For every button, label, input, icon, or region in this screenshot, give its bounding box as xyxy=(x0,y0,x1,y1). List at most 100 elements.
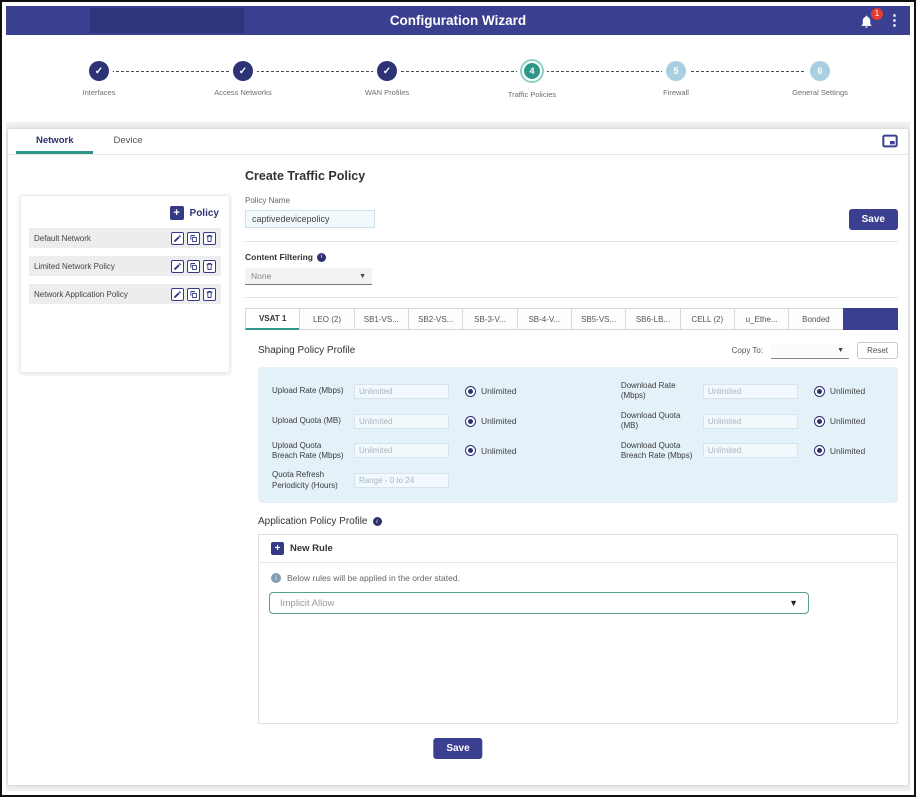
save-policy-button[interactable]: Save xyxy=(849,209,898,230)
kebab-menu-icon[interactable]: ⋮ xyxy=(887,6,902,35)
policy-list-item[interactable]: Limited Network Policy xyxy=(29,256,221,276)
footer-save-button[interactable]: Save xyxy=(433,738,482,759)
info-icon: i xyxy=(373,517,382,526)
page-body: Network Device + Policy Default Network xyxy=(6,122,910,791)
policy-name-input[interactable] xyxy=(245,210,375,228)
upload-quota-breach-unlimited-radio[interactable]: Unlimited xyxy=(465,445,516,456)
upload-quota-input[interactable] xyxy=(354,414,449,429)
delete-policy-icon[interactable] xyxy=(203,260,216,273)
wan-tab-ethernet[interactable]: u_Ethe... xyxy=(734,308,789,330)
policy-name-label: Policy Name xyxy=(245,196,898,205)
step-complete-icon: ✓ xyxy=(233,61,253,81)
copy-to-select[interactable]: ▼ xyxy=(771,343,849,359)
chevron-down-icon: ▼ xyxy=(359,273,366,280)
application-rules-panel: + New Rule i Below rules will be applied… xyxy=(258,534,898,724)
step-firewall[interactable]: 5 Firewall xyxy=(616,59,736,97)
chevron-down-icon: ▼ xyxy=(837,347,844,354)
policy-list-item[interactable]: Default Network xyxy=(29,228,221,248)
download-quota-breach-input[interactable] xyxy=(703,443,798,458)
header-actions: 1 ⋮ xyxy=(859,6,902,35)
step-label: Interfaces xyxy=(83,88,116,97)
quota-refresh-periodicity-input[interactable] xyxy=(354,473,449,488)
step-upcoming-icon: 5 xyxy=(666,61,686,81)
wan-tab-bar: VSAT 1 LEO (2) SB1-VS... SB2-VS... SB-3-… xyxy=(245,308,898,330)
step-interfaces[interactable]: ✓ Interfaces xyxy=(39,59,159,97)
step-active-icon: 4 xyxy=(520,59,544,83)
wan-tab-vsat1[interactable]: VSAT 1 xyxy=(245,308,300,330)
policy-list-item[interactable]: Network Application Policy xyxy=(29,284,221,304)
main-card: Network Device + Policy Default Network xyxy=(8,129,908,785)
download-rate-input[interactable] xyxy=(703,384,798,399)
content-filtering-select[interactable]: None ▼ xyxy=(245,268,372,285)
wan-tab-sb6[interactable]: SB6-LB... xyxy=(625,308,680,330)
download-rate-unlimited-radio[interactable]: Unlimited xyxy=(814,386,865,397)
download-quota-input[interactable] xyxy=(703,414,798,429)
step-access-networks[interactable]: ✓ Access Networks xyxy=(183,59,303,97)
policy-list-panel: + Policy Default Network Limite xyxy=(20,195,230,373)
step-label: Access Networks xyxy=(214,88,272,97)
wan-tab-sb2[interactable]: SB2-VS... xyxy=(408,308,463,330)
upload-quota-unlimited-radio[interactable]: Unlimited xyxy=(465,416,516,427)
wan-tab-sb4[interactable]: SB-4-V... xyxy=(517,308,572,330)
tab-network-label: Network xyxy=(36,135,73,146)
content-filtering-label: Content Filtering xyxy=(245,252,313,262)
tab-device[interactable]: Device xyxy=(93,129,162,154)
rule-action-value: Implicit Allow xyxy=(280,598,789,609)
edit-policy-icon[interactable] xyxy=(171,260,184,273)
delete-policy-icon[interactable] xyxy=(203,232,216,245)
plus-icon: + xyxy=(170,206,184,220)
copy-policy-icon[interactable] xyxy=(187,288,200,301)
radio-selected-icon xyxy=(465,445,476,456)
wan-tab-sb5[interactable]: SB5-VS... xyxy=(571,308,626,330)
upload-rate-unlimited-radio[interactable]: Unlimited xyxy=(465,386,516,397)
step-label: WAN Profiles xyxy=(365,88,409,97)
wizard-stepper: ✓ Interfaces ✓ Access Networks ✓ WAN Pro… xyxy=(6,35,910,122)
step-traffic-policies[interactable]: 4 Traffic Policies xyxy=(472,59,592,99)
upload-quota-breach-input[interactable] xyxy=(354,443,449,458)
edit-policy-icon[interactable] xyxy=(171,232,184,245)
step-wan-profiles[interactable]: ✓ WAN Profiles xyxy=(327,59,447,97)
new-rule-label: New Rule xyxy=(290,543,333,554)
radio-selected-icon xyxy=(814,445,825,456)
download-quota-unlimited-radio[interactable]: Unlimited xyxy=(814,416,865,427)
step-label: General Settings xyxy=(792,88,848,97)
edit-policy-icon[interactable] xyxy=(171,288,184,301)
delete-policy-icon[interactable] xyxy=(203,288,216,301)
wan-tab-overflow[interactable] xyxy=(843,308,898,330)
rule-action-select[interactable]: Implicit Allow ▼ xyxy=(269,592,809,614)
wan-tab-bonded[interactable]: Bonded xyxy=(788,308,843,330)
policy-name: Default Network xyxy=(34,234,171,243)
wan-tab-sb3[interactable]: SB-3-V... xyxy=(462,308,517,330)
create-policy-heading: Create Traffic Policy xyxy=(245,169,898,183)
new-rule-button[interactable]: + New Rule xyxy=(259,535,897,563)
copy-policy-icon[interactable] xyxy=(187,260,200,273)
upload-rate-input[interactable] xyxy=(354,384,449,399)
chevron-down-icon: ▼ xyxy=(789,598,798,608)
wan-tab-cell[interactable]: CELL (2) xyxy=(680,308,735,330)
copy-policy-icon[interactable] xyxy=(187,232,200,245)
picture-in-picture-icon[interactable] xyxy=(882,134,898,148)
upload-quota-label: Upload Quota (MB) xyxy=(272,416,354,426)
shaping-profile-heading: Shaping Policy Profile xyxy=(258,345,355,356)
notifications-button[interactable]: 1 xyxy=(859,12,877,30)
upload-quota-breach-label: Upload Quota Breach Rate (Mbps) xyxy=(272,441,354,462)
reset-button[interactable]: Reset xyxy=(857,342,898,359)
add-policy-button[interactable]: + Policy xyxy=(170,206,219,220)
radio-selected-icon xyxy=(465,416,476,427)
app-header: Configuration Wizard 1 ⋮ xyxy=(6,6,910,35)
view-tab-bar: Network Device xyxy=(8,129,908,155)
step-complete-icon: ✓ xyxy=(377,61,397,81)
tab-network[interactable]: Network xyxy=(16,129,93,154)
radio-selected-icon xyxy=(465,386,476,397)
download-quota-breach-unlimited-radio[interactable]: Unlimited xyxy=(814,445,865,456)
step-label: Traffic Policies xyxy=(508,90,556,99)
wan-tab-sb1[interactable]: SB1-VS... xyxy=(354,308,409,330)
step-general-settings[interactable]: 6 General Settings xyxy=(760,59,880,97)
step-label: Firewall xyxy=(663,88,689,97)
divider xyxy=(245,241,898,242)
download-quota-breach-label: Download Quota Breach Rate (Mbps) xyxy=(621,441,703,462)
add-policy-label: Policy xyxy=(190,208,219,219)
wan-tab-leo[interactable]: LEO (2) xyxy=(299,308,354,330)
application-profile-heading: Application Policy Profile xyxy=(258,516,368,527)
content-filtering-value: None xyxy=(251,271,359,281)
